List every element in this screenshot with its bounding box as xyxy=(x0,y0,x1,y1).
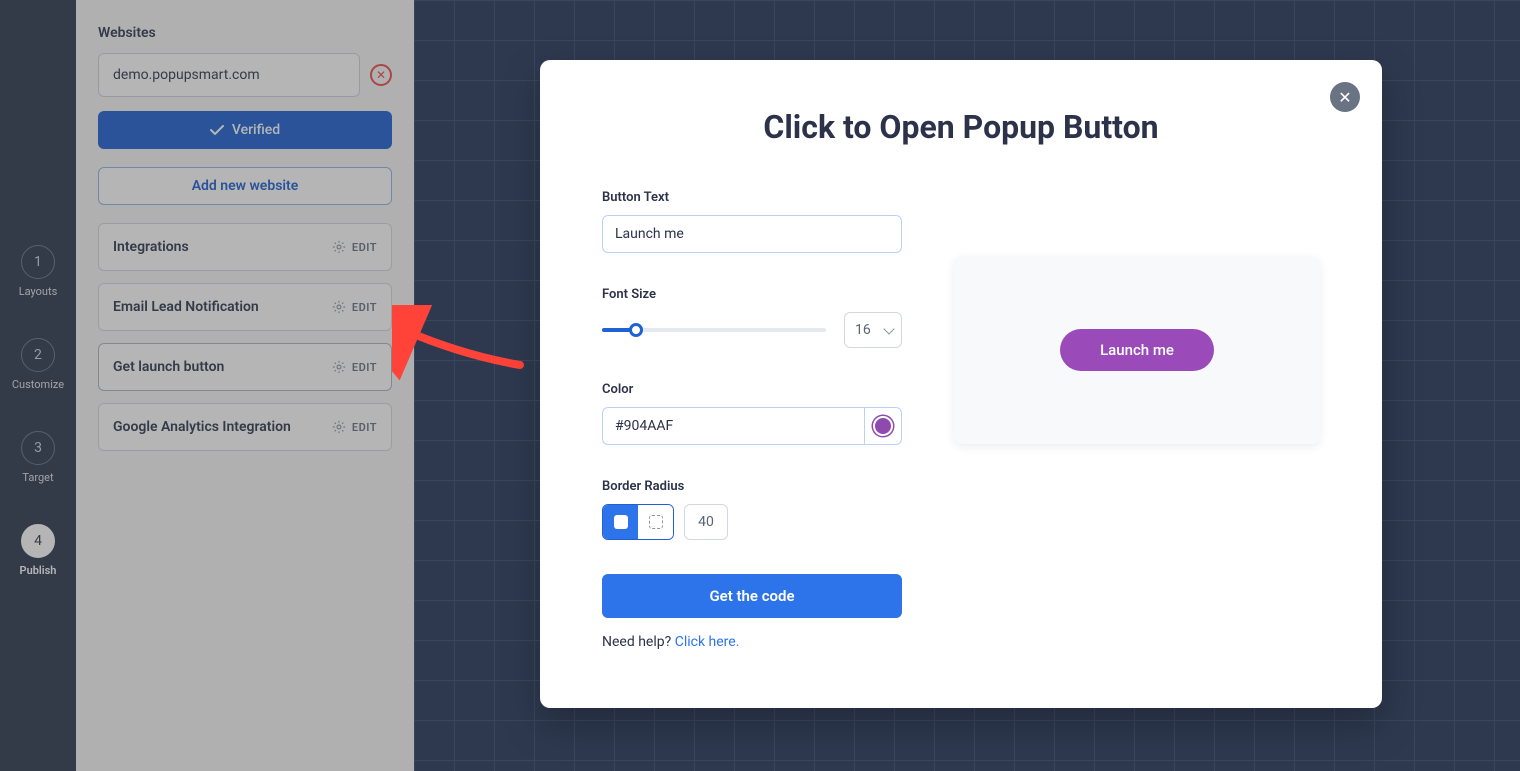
edit-action[interactable]: EDIT xyxy=(332,360,377,374)
button-text-label: Button Text xyxy=(602,190,902,205)
email-lead-card[interactable]: Email Lead Notification EDIT xyxy=(98,283,392,331)
color-picker-button[interactable] xyxy=(864,407,902,445)
gear-icon xyxy=(332,240,346,254)
card-label: Email Lead Notification xyxy=(113,299,259,315)
square-filled-icon xyxy=(614,515,628,529)
step-target[interactable]: 3 Target xyxy=(21,431,55,484)
color-swatch-icon xyxy=(873,416,893,436)
integrations-card[interactable]: Integrations EDIT xyxy=(98,223,392,271)
step-number: 3 xyxy=(21,431,55,465)
radius-dashed-option[interactable] xyxy=(638,505,673,539)
preview-pane: Launch me xyxy=(954,256,1320,444)
radius-filled-option[interactable] xyxy=(603,505,638,539)
launch-button-modal: ✕ Click to Open Popup Button Button Text… xyxy=(540,60,1382,708)
font-size-value: 16 xyxy=(855,322,871,338)
step-customize[interactable]: 2 Customize xyxy=(12,338,64,391)
font-size-label: Font Size xyxy=(602,287,902,302)
close-icon: ✕ xyxy=(1338,88,1351,107)
website-input[interactable] xyxy=(98,53,360,97)
verified-label: Verified xyxy=(232,122,280,138)
border-radius-label: Border Radius xyxy=(602,479,902,494)
border-radius-group: Border Radius 40 xyxy=(602,479,902,540)
color-label: Color xyxy=(602,382,902,397)
check-icon xyxy=(210,125,224,135)
button-text-input[interactable] xyxy=(602,215,902,253)
step-publish[interactable]: 4 Publish xyxy=(20,524,57,577)
edit-action[interactable]: EDIT xyxy=(332,420,377,434)
verified-button[interactable]: Verified xyxy=(98,111,392,149)
radius-toggle xyxy=(602,504,674,540)
google-analytics-card[interactable]: Google Analytics Integration EDIT xyxy=(98,403,392,451)
remove-website-button[interactable]: ✕ xyxy=(370,64,392,86)
controls-column: Button Text Font Size 16 Color xyxy=(602,190,902,650)
gear-icon xyxy=(332,420,346,434)
font-size-select[interactable]: 16 xyxy=(844,312,902,348)
gear-icon xyxy=(332,300,346,314)
font-size-slider[interactable] xyxy=(602,328,826,332)
get-launch-button-card[interactable]: Get launch button EDIT xyxy=(98,343,392,391)
step-label: Publish xyxy=(20,564,57,577)
help-link[interactable]: Click here. xyxy=(675,634,740,650)
color-group: Color xyxy=(602,382,902,445)
step-label: Layouts xyxy=(19,285,58,298)
color-input[interactable] xyxy=(602,407,864,445)
card-label: Google Analytics Integration xyxy=(113,419,291,435)
slider-thumb[interactable] xyxy=(629,323,643,337)
close-button[interactable]: ✕ xyxy=(1330,82,1360,112)
radius-value[interactable]: 40 xyxy=(684,504,728,540)
get-code-button[interactable]: Get the code xyxy=(602,574,902,618)
help-text: Need help? Click here. xyxy=(602,634,902,650)
left-rail: 1 Layouts 2 Customize 3 Target 4 Publish xyxy=(0,0,76,771)
step-number: 1 xyxy=(21,245,55,279)
modal-title: Click to Open Popup Button xyxy=(602,108,1320,146)
publish-panel: Websites ✕ Verified Add new website Inte… xyxy=(76,0,414,771)
website-row: ✕ xyxy=(98,53,392,97)
step-layouts[interactable]: 1 Layouts xyxy=(19,245,58,298)
chevron-down-icon xyxy=(883,323,894,334)
websites-heading: Websites xyxy=(98,25,392,41)
card-label: Integrations xyxy=(113,239,189,255)
button-text-group: Button Text xyxy=(602,190,902,253)
gear-icon xyxy=(332,360,346,374)
edit-action[interactable]: EDIT xyxy=(332,240,377,254)
add-website-button[interactable]: Add new website xyxy=(98,167,392,205)
font-size-group: Font Size 16 xyxy=(602,287,902,348)
step-number: 2 xyxy=(21,338,55,372)
step-label: Customize xyxy=(12,378,64,391)
launch-preview-button[interactable]: Launch me xyxy=(1060,329,1214,371)
card-label: Get launch button xyxy=(113,359,224,375)
square-dashed-icon xyxy=(649,515,663,529)
edit-action[interactable]: EDIT xyxy=(332,300,377,314)
step-label: Target xyxy=(22,471,53,484)
step-number: 4 xyxy=(21,524,55,558)
close-icon: ✕ xyxy=(376,68,386,82)
